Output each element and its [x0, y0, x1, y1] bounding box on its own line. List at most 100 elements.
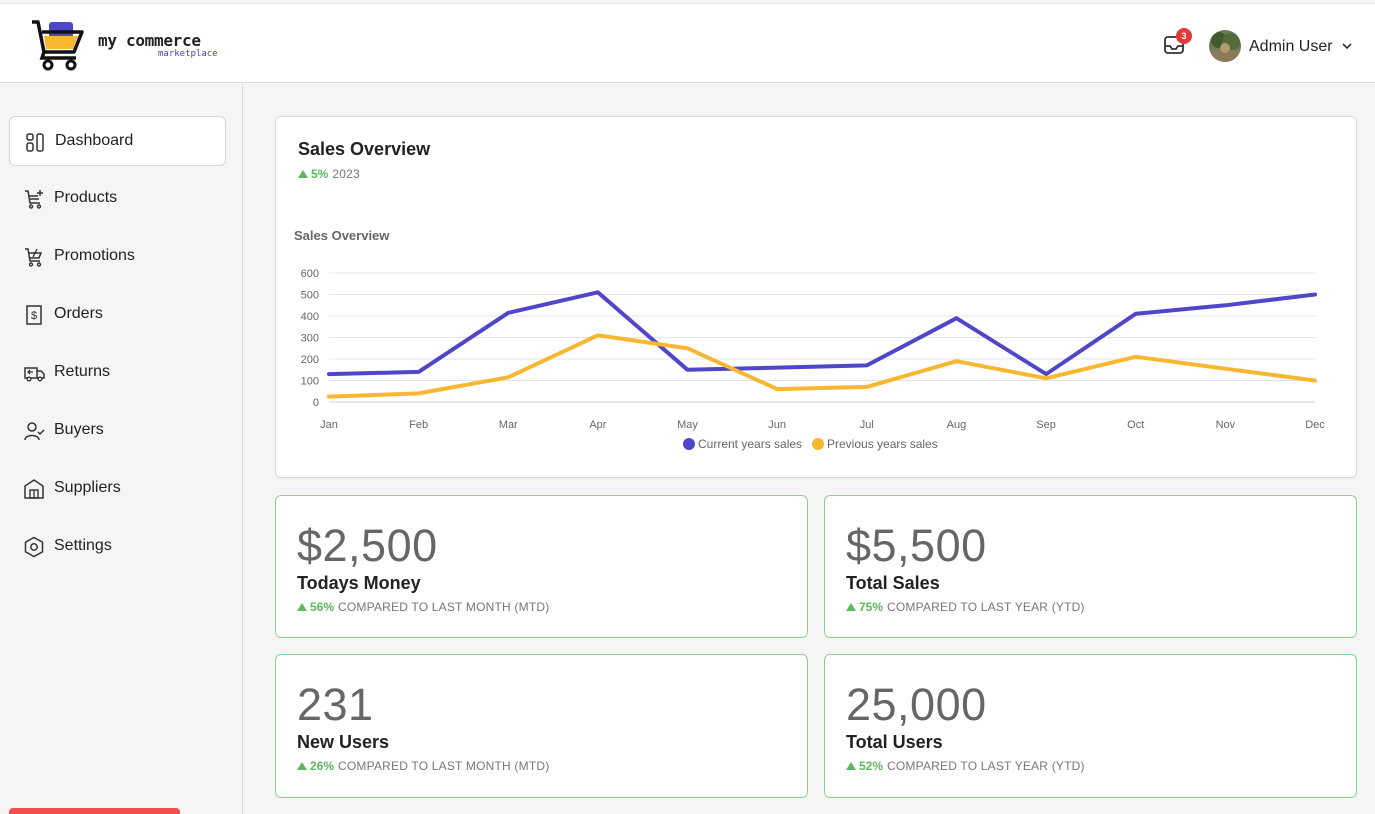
y-tick-label: 500 — [301, 290, 319, 302]
sidebar-item-products[interactable]: Products — [9, 174, 226, 224]
stat-card-total-users: 25,000 Total Users 52% COMPARED TO LAST Y… — [824, 654, 1357, 798]
x-tick-label: Apr — [589, 419, 606, 431]
trend-indicator: 75% COMPARED TO LAST YEAR (YTD) — [846, 600, 1085, 614]
sidebar-item-label: Suppliers — [54, 479, 121, 496]
user-name: Admin User — [1249, 38, 1333, 55]
data-point — [327, 372, 331, 376]
avatar — [1209, 30, 1241, 62]
sidebar-item-returns[interactable]: Returns — [9, 348, 226, 398]
data-point — [1044, 372, 1048, 376]
data-point — [686, 346, 690, 350]
user-menu[interactable]: Admin User — [1209, 28, 1359, 64]
stat-label: Total Sales — [846, 573, 940, 593]
y-tick-label: 0 — [313, 397, 319, 409]
data-point — [954, 359, 958, 363]
sidebar-item-label: Products — [54, 189, 118, 206]
top-header: my commerce marketplace 3 Admin User — [0, 3, 1375, 83]
shopping-cart-logo-icon — [32, 20, 84, 71]
sidebar-item-label: Orders — [54, 305, 103, 322]
y-tick-label: 300 — [301, 333, 319, 345]
legend-label: Previous years sales — [827, 437, 938, 451]
y-tick-label: 400 — [301, 311, 319, 323]
user-check-icon — [24, 422, 45, 441]
x-tick-label: Aug — [947, 419, 967, 431]
arrow-up-icon — [846, 603, 856, 611]
x-tick-label: Sep — [1036, 419, 1056, 431]
y-tick-label: 600 — [301, 268, 319, 280]
sales-overview-card: Sales Overview 5% 2023 Sales Overview 0 100… — [275, 116, 1357, 478]
y-tick-label: 200 — [301, 354, 319, 366]
data-point — [327, 395, 331, 399]
sidebar-item-dashboard[interactable]: Dashboard — [9, 116, 226, 166]
data-point — [506, 375, 510, 379]
trend-percent: 75% — [859, 600, 884, 614]
x-tick-label: Nov — [1216, 419, 1236, 431]
brand-logo[interactable]: my commerce marketplace — [30, 18, 230, 72]
brand-tagline: marketplace — [158, 49, 218, 59]
trend-label: 2023 — [332, 167, 360, 181]
sidebar: Dashboard Products Promotions $ Orders R… — [0, 84, 243, 814]
legend-label: Current years sales — [698, 437, 802, 451]
trend-percent: 26% — [310, 759, 335, 773]
trend-indicator: 56% COMPARED TO LAST MONTH (MTD) — [297, 600, 549, 614]
data-point — [1313, 379, 1317, 382]
legend-marker — [683, 438, 695, 450]
x-tick-label: Feb — [409, 419, 428, 431]
arrow-up-icon — [297, 603, 307, 611]
svg-text:$: $ — [31, 310, 37, 322]
brand-name: my commerce — [98, 31, 201, 50]
trend-label: COMPARED TO LAST YEAR (YTD) — [887, 759, 1085, 773]
legend-marker — [812, 438, 824, 450]
stat-label: Todays Money — [297, 573, 421, 593]
arrow-up-icon — [846, 762, 856, 770]
x-tick-label: May — [677, 419, 698, 431]
data-point — [775, 387, 779, 391]
data-point — [1134, 355, 1138, 359]
dashboard-icon — [26, 133, 44, 152]
data-point — [506, 311, 510, 315]
trend-percent: 56% — [310, 600, 335, 614]
trend-label: COMPARED TO LAST MONTH (MTD) — [338, 759, 550, 773]
stat-label: New Users — [297, 732, 390, 752]
receipt-dollar-icon: $ — [26, 305, 42, 325]
data-point — [1044, 376, 1048, 380]
x-tick-label: Oct — [1127, 419, 1144, 431]
data-point — [1134, 312, 1138, 316]
trend-indicator: 26% COMPARED TO LAST MONTH (MTD) — [297, 759, 549, 773]
sidebar-item-suppliers[interactable]: Suppliers — [9, 464, 226, 514]
data-point — [954, 316, 958, 320]
sidebar-item-label: Settings — [54, 537, 112, 554]
stat-value: $5,500 — [846, 520, 987, 571]
stat-label: Total Users — [846, 732, 943, 752]
data-point — [1223, 367, 1227, 371]
trend-indicator: 5% 2023 — [298, 167, 360, 181]
stat-value: $2,500 — [297, 520, 438, 571]
data-point — [1313, 293, 1317, 296]
sidebar-item-label: Promotions — [54, 247, 135, 264]
building-store-icon — [24, 479, 44, 499]
x-tick-label: Mar — [499, 419, 518, 431]
trend-label: COMPARED TO LAST MONTH (MTD) — [338, 600, 550, 614]
data-point — [596, 290, 600, 294]
data-point — [865, 363, 869, 367]
data-point — [686, 368, 690, 372]
truck-return-icon — [24, 367, 45, 382]
stat-value: 231 — [297, 679, 374, 730]
chart-title: Sales Overview — [294, 228, 390, 243]
x-tick-label: Dec — [1305, 419, 1325, 431]
trend-percent: 52% — [859, 759, 884, 773]
data-point — [1223, 303, 1227, 307]
trend-indicator: 52% COMPARED TO LAST YEAR (YTD) — [846, 759, 1085, 773]
cart-discount-icon — [25, 248, 43, 267]
sidebar-footer-button[interactable] — [9, 808, 180, 814]
x-tick-label: Jan — [320, 419, 338, 431]
sidebar-item-label: Dashboard — [55, 132, 134, 149]
data-point — [417, 391, 421, 395]
data-point — [775, 366, 779, 370]
sidebar-item-settings[interactable]: Settings — [9, 522, 226, 572]
sidebar-item-promotions[interactable]: Promotions — [9, 232, 226, 282]
card-title: Sales Overview — [298, 139, 431, 159]
sidebar-item-orders[interactable]: $ Orders — [9, 290, 226, 340]
sidebar-item-buyers[interactable]: Buyers — [9, 406, 226, 456]
x-tick-label: Jun — [768, 419, 786, 431]
